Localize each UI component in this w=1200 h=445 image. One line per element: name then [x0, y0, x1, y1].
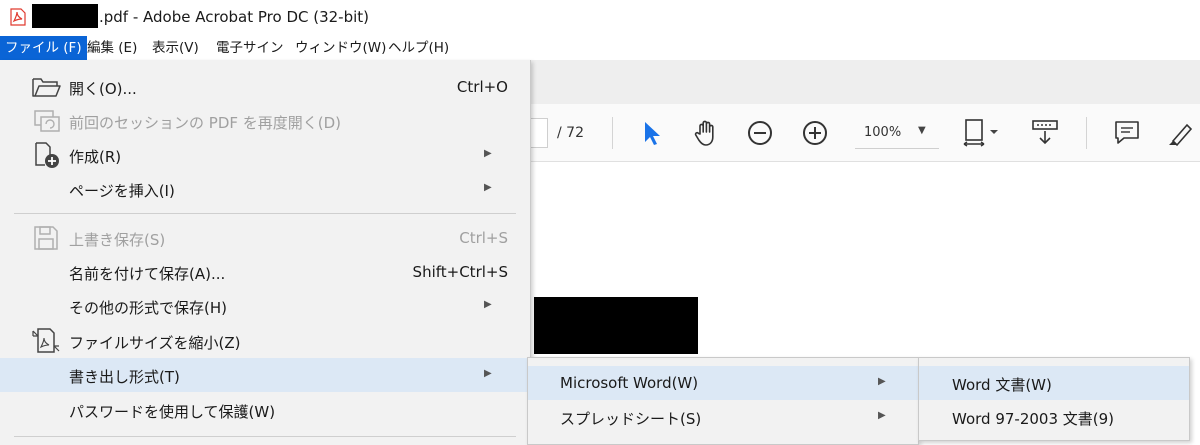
zoom-value: 100%: [864, 125, 902, 140]
menu-item-insert-pages[interactable]: ページを挿入(I) ▶: [0, 172, 530, 206]
menu-item-export-to[interactable]: 書き出し形式(T) ▶: [0, 358, 530, 392]
page-number-input[interactable]: [530, 118, 548, 148]
menu-item-label: 上書き保存(S): [69, 231, 166, 249]
menu-separator: [14, 213, 516, 214]
menu-file[interactable]: ファイル (F): [0, 36, 87, 60]
menu-window[interactable]: ウィンドウ(W): [290, 36, 391, 60]
comment-icon[interactable]: [1112, 117, 1142, 149]
word-format-submenu: Word 文書(W) Word 97-2003 文書(9): [918, 357, 1190, 441]
scroll-mode-icon[interactable]: [1030, 117, 1060, 149]
page-total: / 72: [557, 125, 584, 141]
menu-item-reopen-session: 前回のセッションの PDF を再度開く(D): [0, 104, 530, 138]
menu-item-save-as[interactable]: 名前を付けて保存(A)... Shift+Ctrl+S: [0, 255, 530, 289]
file-menu-dropdown: 開く(O)... Ctrl+O 前回のセッションの PDF を再度開く(D) 作…: [0, 60, 531, 445]
menu-item-label: 名前を付けて保存(A)...: [69, 265, 226, 283]
menu-item-label: 前回のセッションの PDF を再度開く(D): [69, 114, 342, 132]
submenu-arrow-icon: ▶: [484, 148, 492, 159]
create-pdf-icon: [35, 142, 59, 168]
zoom-in-icon[interactable]: [800, 117, 830, 149]
menu-edit[interactable]: 編集 (E): [82, 36, 142, 60]
menu-e-sign[interactable]: 電子サイン: [211, 36, 289, 60]
menu-item-label: 作成(R): [69, 148, 122, 166]
menu-item-label: その他の形式で保存(H): [69, 299, 227, 317]
page-fit-icon[interactable]: [960, 117, 1006, 149]
submenu-arrow-icon: ▶: [878, 376, 886, 387]
menu-item-shortcut: Shift+Ctrl+S: [412, 263, 508, 281]
title-bar: .pdf - Adobe Acrobat Pro DC (32-bit): [0, 0, 1200, 36]
submenu-arrow-icon: ▶: [878, 410, 886, 421]
menu-item-label: Word 文書(W): [952, 376, 1052, 394]
chevron-down-icon[interactable]: ▼: [918, 125, 926, 136]
menu-bar: ファイル (F) 編集 (E) 表示(V) 電子サイン ウィンドウ(W) ヘルプ…: [0, 36, 1200, 60]
menu-item-save: 上書き保存(S) Ctrl+S: [0, 221, 530, 255]
submenu-arrow-icon: ▶: [484, 299, 492, 310]
reduce-size-icon: [32, 328, 60, 353]
menu-view[interactable]: 表示(V): [147, 36, 204, 60]
submenu-item-microsoft-word[interactable]: Microsoft Word(W) ▶: [528, 366, 918, 400]
select-arrow-icon[interactable]: [636, 117, 666, 149]
zoom-out-icon[interactable]: [745, 117, 775, 149]
restore-session-icon: [34, 110, 60, 132]
menu-item-label: スプレッドシート(S): [560, 410, 702, 428]
toolbar-divider: [612, 117, 613, 149]
hand-tool-icon[interactable]: [691, 117, 721, 149]
menu-item-label: Microsoft Word(W): [560, 374, 699, 392]
export-submenu: Microsoft Word(W) ▶ スプレッドシート(S) ▶: [527, 357, 919, 445]
open-folder-icon: [32, 78, 61, 97]
menu-item-label: 書き出し形式(T): [69, 368, 180, 386]
toolbar-divider: [1086, 117, 1087, 149]
menu-item-create[interactable]: 作成(R) ▶: [0, 138, 530, 172]
acrobat-pdf-icon: [10, 8, 26, 26]
highlight-pen-icon[interactable]: [1165, 117, 1195, 149]
menu-item-open[interactable]: 開く(O)... Ctrl+O: [0, 70, 530, 104]
redacted-filename: [32, 4, 98, 28]
window-title: .pdf - Adobe Acrobat Pro DC (32-bit): [99, 8, 370, 26]
menu-item-shortcut: Ctrl+S: [459, 229, 508, 247]
menu-item-shortcut: Ctrl+O: [456, 78, 508, 96]
redacted-content: [534, 297, 698, 354]
save-icon: [34, 226, 58, 250]
menu-item-label: 開く(O)...: [69, 80, 137, 98]
menu-item-label: Word 97-2003 文書(9): [952, 410, 1115, 428]
submenu-arrow-icon: ▶: [484, 368, 492, 379]
submenu-item-word-97-2003[interactable]: Word 97-2003 文書(9): [919, 400, 1189, 434]
menu-separator: [14, 436, 516, 437]
menu-item-reduce-size[interactable]: ファイルサイズを縮小(Z): [0, 324, 530, 358]
submenu-arrow-icon: ▶: [484, 182, 492, 193]
menu-item-label: パスワードを使用して保護(W): [69, 403, 276, 421]
menu-item-protect-password[interactable]: パスワードを使用して保護(W): [0, 393, 530, 427]
menu-item-label: ファイルサイズを縮小(Z): [69, 334, 241, 352]
menu-help[interactable]: ヘルプ(H): [383, 36, 454, 60]
menu-item-save-as-other[interactable]: その他の形式で保存(H) ▶: [0, 289, 530, 323]
menu-item-label: ページを挿入(I): [69, 182, 175, 200]
submenu-item-spreadsheet[interactable]: スプレッドシート(S) ▶: [528, 400, 918, 434]
submenu-item-word-document[interactable]: Word 文書(W): [919, 366, 1189, 400]
